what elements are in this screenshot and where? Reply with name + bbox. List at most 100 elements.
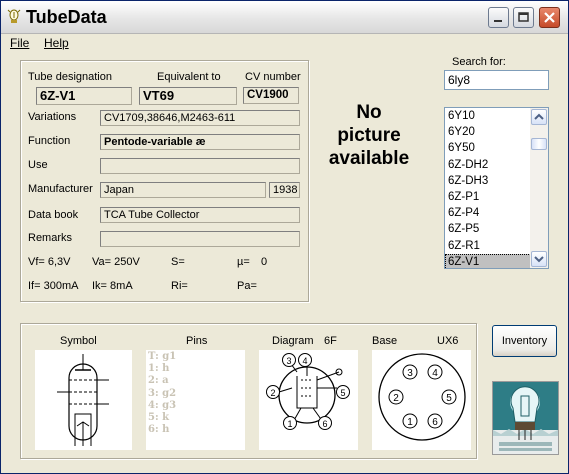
mu-label: µ= [237,256,250,268]
tube-list-item[interactable]: 6Z-P5 [445,221,531,237]
search-input[interactable] [444,70,549,90]
base-pin-1-label: 1 [407,417,413,428]
diagram-code: 6F [324,335,337,347]
tube-list-items: 6Y10 6Y20 6Y50 6Z-DH2 6Z-DH3 6Z-P1 6Z-P4 6Z-P5 6… [445,108,531,268]
pins-panel: T: g1 1: h 2: a 3: g2 4: g3 5: k 6: h [146,350,245,450]
menu-bar: File Help [1,34,568,52]
s-value: S= [171,256,185,268]
cv-number-label: CV number [245,71,301,83]
function-field[interactable]: Pentode-variable æ [100,134,300,150]
equivalent-to-label: Equivalent to [157,71,221,83]
pentode-symbol-icon [57,354,109,446]
tube-app-icon [7,9,21,23]
close-button[interactable] [539,7,560,28]
cv-number-field[interactable]: CV1900 [243,87,299,104]
tube-designation-label: Tube designation [28,71,112,83]
data-book-field[interactable]: TCA Tube Collector [100,207,300,223]
chevron-down-icon [534,256,544,263]
diagram-pin-1-label: 1 [287,419,292,429]
menu-help[interactable]: Help [44,36,69,50]
variations-label: Variations [28,111,77,123]
base-pin-2-label: 2 [393,393,399,404]
ik-value: Ik= 8mA [92,280,133,292]
tube-list-item[interactable]: 6Z-P1 [445,189,531,205]
scroll-down-button[interactable] [531,251,547,267]
main-window: TubeData File Help Tube designation Equi… [0,0,569,474]
pin-entry: 2: a [148,375,169,387]
year-field[interactable]: 1938 [269,182,300,198]
no-picture-text: No picture available [314,101,424,170]
ri-value: Ri= [171,280,188,292]
mu-value: 0 [261,256,268,268]
diagram-pin-3-label: 3 [286,356,291,366]
tube-diagram: 1 2 3 4 5 6 [266,353,350,430]
data-book-label: Data book [28,209,79,221]
tube-logo-icon [493,382,558,454]
tube-list-item[interactable]: 6Z-V1 [445,253,531,268]
use-field[interactable] [100,158,300,174]
base-panel: 1 2 3 4 5 6 [372,350,471,450]
diagram-pin-6-label: 6 [322,419,327,429]
diagram-pin-4-label: 4 [302,356,307,366]
base-code: UX6 [437,335,459,347]
base-pin-5-label: 5 [446,393,452,404]
tube-list-item[interactable]: 6Z-P4 [445,205,531,221]
maximize-icon [518,12,529,22]
variations-field[interactable]: CV1709,38646,M2463-611 [100,110,300,126]
function-label: Function [28,135,71,147]
manufacturer-label: Manufacturer [28,183,93,195]
menu-help-label: Help [44,36,69,50]
diagram-panel: 1 2 3 4 5 6 [259,350,358,450]
manufacturer-field[interactable]: Japan [100,182,266,198]
menu-file-label: File [10,36,30,50]
base-pin-6-label: 6 [432,417,438,428]
no-picture-line1: No [356,102,382,123]
tube-list-item[interactable]: 6Y20 [445,124,531,140]
scroll-thumb[interactable] [531,138,547,150]
tube-list-item[interactable]: 6Y50 [445,140,531,156]
pa-value: Pa= [237,280,257,292]
base-label: Base [372,335,398,347]
tube-logo-image[interactable] [492,381,559,455]
maximize-button[interactable] [513,7,534,28]
pin-entry: 6: h [148,424,170,436]
pin-entry: 5: k [148,412,170,424]
if-value: If= 300mA [28,280,79,292]
pins-label: Pins [186,335,208,347]
tube-list-item[interactable]: 6Z-DH3 [445,173,531,189]
no-picture-line3: available [328,148,410,169]
no-picture-line2: picture [337,125,401,146]
pin-entry: 1: h [148,363,170,375]
va-value: Va= 250V [92,256,140,268]
tube-list-item[interactable]: 6Z-DH2 [445,157,531,173]
equivalent-to-field[interactable]: VT69 [139,87,237,105]
symbol-label: Symbol [60,335,97,347]
menu-file[interactable]: File [10,36,29,50]
title-bar[interactable]: TubeData [1,1,568,34]
base-pin-4-label: 4 [432,368,438,379]
diagram-label: Diagram [272,335,314,347]
diagram-pin-2-label: 2 [270,388,275,398]
chevron-up-icon [534,113,544,120]
vf-value: Vf= 6,3V [28,256,71,268]
window-title: TubeData [26,7,107,27]
use-label: Use [28,159,48,171]
pin-entry: T: g1 [148,351,177,362]
tube-base: 1 2 3 4 5 6 [378,353,466,441]
remarks-label: Remarks [28,232,73,244]
tube-designation-field[interactable]: 6Z-V1 [36,87,132,105]
pin-entry: 4: g3 [148,399,177,411]
minimize-button[interactable] [488,7,509,28]
tube-list-scrollbar[interactable] [530,108,548,268]
scroll-up-button[interactable] [531,109,547,125]
close-icon [544,12,555,23]
pins-list: T: g1 1: h 2: a 3: g2 4: g3 5: k 6: h [146,350,245,436]
pin-entry: 3: g2 [148,387,177,399]
tube-list-item[interactable]: 6Y10 [445,108,531,124]
tube-listbox[interactable]: 6Y10 6Y20 6Y50 6Z-DH2 6Z-DH3 6Z-P1 6Z-P4 6Z-P5 6… [444,107,549,269]
tube-list-item[interactable]: 6Z-R1 [445,238,531,254]
base-pin-3-label: 3 [407,368,413,379]
inventory-button[interactable]: Inventory [492,325,557,357]
remarks-field[interactable] [100,231,300,247]
symbol-panel [35,350,132,450]
